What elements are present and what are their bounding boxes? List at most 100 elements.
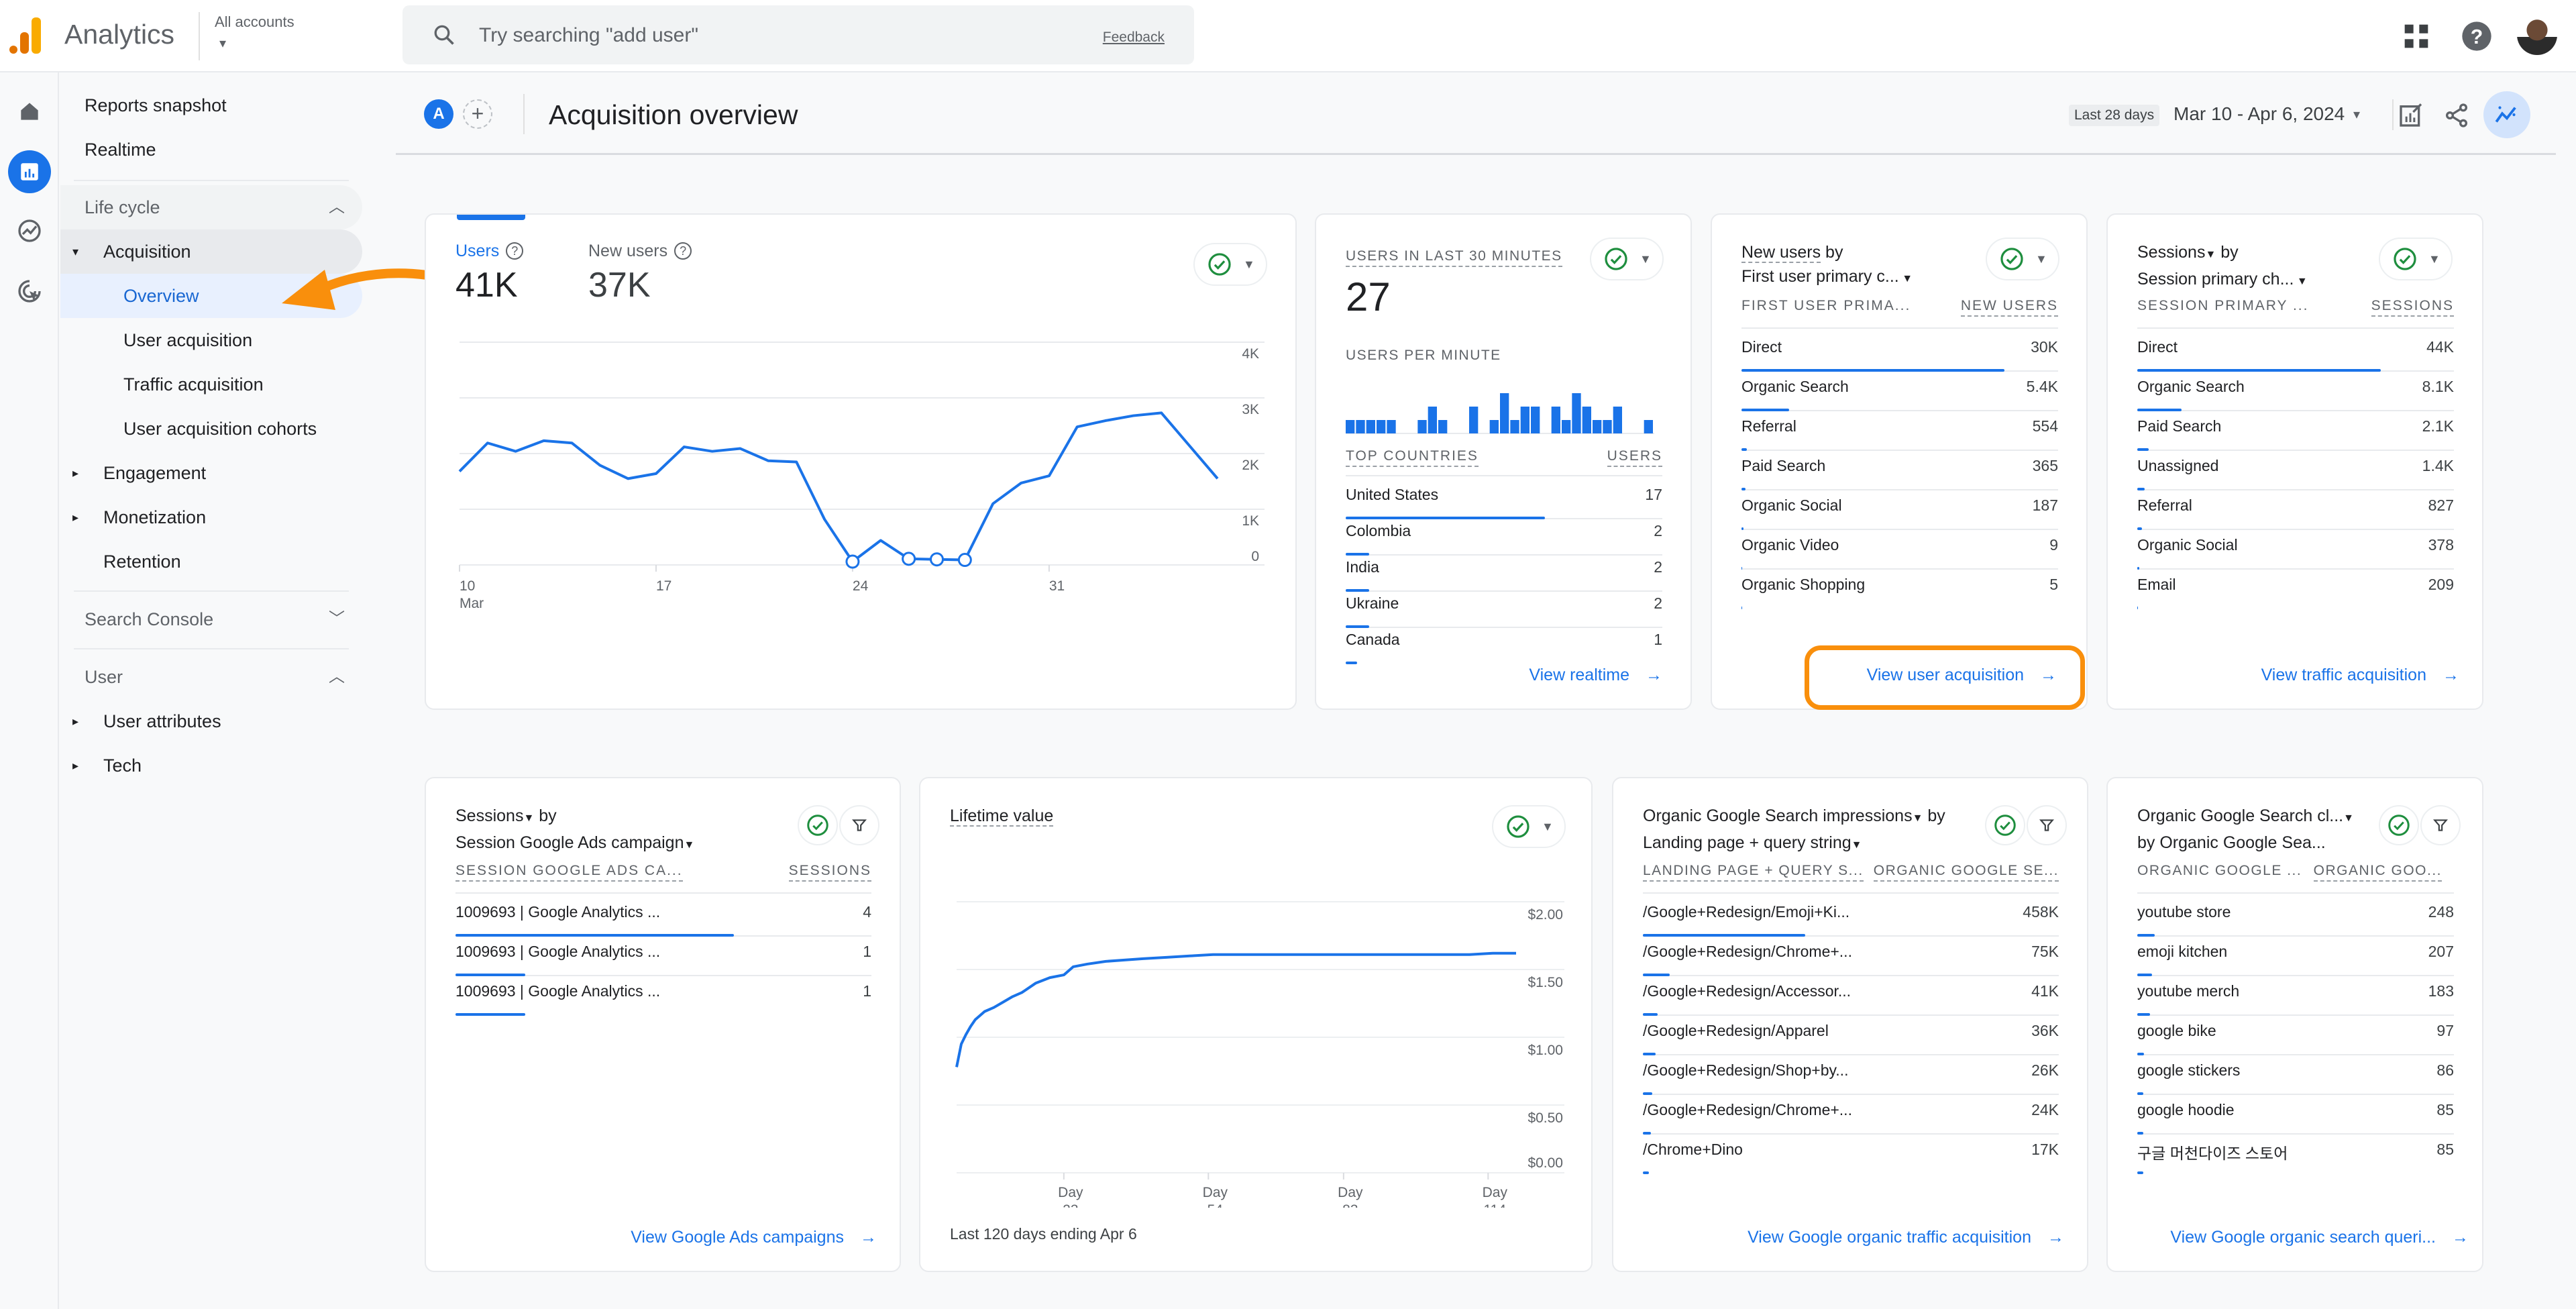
table-row[interactable]: Ukraine 2: [1346, 589, 1662, 628]
table-row[interactable]: 1009693 | Google Analytics ... 1: [455, 937, 871, 976]
sidebar-item-realtime[interactable]: Realtime: [60, 127, 362, 172]
table-row[interactable]: 1009693 | Google Analytics ... 4: [455, 898, 871, 937]
table-row[interactable]: Direct 30K: [1741, 333, 2058, 372]
view-realtime-link[interactable]: View realtime →: [1529, 666, 1662, 685]
compare-status-button[interactable]: ▼: [1193, 243, 1267, 286]
view-google-organic-traffic-link[interactable]: View Google organic traffic acquisition →: [1748, 1228, 2064, 1247]
comparison-avatar[interactable]: A: [424, 99, 453, 129]
help-icon[interactable]: ?: [2459, 19, 2494, 54]
table-row[interactable]: Paid Search 2.1K: [2137, 412, 2454, 451]
table-row[interactable]: Organic Social 378: [2137, 531, 2454, 570]
table-row[interactable]: Colombia 2: [1346, 517, 1662, 556]
search-bar[interactable]: Try searching "add user" Feedback: [402, 5, 1194, 64]
sidebar-section-user[interactable]: User ︿: [60, 655, 362, 699]
account-selector[interactable]: All accounts: [215, 13, 294, 31]
analytics-logo-icon[interactable]: [9, 17, 42, 54]
dimension-selector[interactable]: by Organic Google Sea...: [2137, 833, 2326, 852]
rail-explore[interactable]: [8, 209, 51, 252]
sidebar-item-user-acquisition[interactable]: User acquisition: [60, 318, 362, 362]
table-row[interactable]: google hoodie 85: [2137, 1096, 2454, 1135]
metric-selector[interactable]: Organic Google Search cl...▼: [2137, 806, 2354, 825]
metric-tab-users[interactable]: Users? 41K: [455, 242, 524, 305]
table-row[interactable]: /Google+Redesign/Shop+by... 26K: [1643, 1056, 2059, 1095]
share-button[interactable]: [2439, 98, 2474, 133]
dimension-selector[interactable]: Session Google Ads campaign▼: [455, 833, 694, 852]
sidebar-item-retention[interactable]: Retention: [60, 539, 362, 584]
sidebar-item-engagement[interactable]: ▸ Engagement: [60, 451, 362, 495]
compare-status-button[interactable]: ▼: [1590, 238, 1664, 280]
table-row[interactable]: /Google+Redesign/Chrome+... 24K: [1643, 1096, 2059, 1135]
sidebar-item-tech[interactable]: ▸ Tech: [60, 743, 362, 788]
date-range-caret-icon[interactable]: ▾: [2353, 106, 2360, 123]
sidebar-section-search-console[interactable]: Search Console ﹀: [60, 597, 362, 641]
table-row[interactable]: Unassigned 1.4K: [2137, 452, 2454, 490]
table-row[interactable]: Referral 554: [1741, 412, 2058, 451]
table-row[interactable]: Organic Search 8.1K: [2137, 372, 2454, 411]
table-row[interactable]: Email 209: [2137, 570, 2454, 609]
account-caret-icon[interactable]: ▾: [219, 35, 226, 52]
dimension-selector[interactable]: First user primary c... ▼: [1741, 267, 1913, 286]
compare-status-button[interactable]: [1985, 805, 2025, 845]
user-avatar[interactable]: [2517, 15, 2557, 55]
sidebar-item-reports-snapshot[interactable]: Reports snapshot: [60, 83, 362, 127]
metric-selector[interactable]: Sessions▼: [2137, 243, 2216, 262]
table-row[interactable]: Referral 827: [2137, 491, 2454, 530]
view-google-organic-search-queries-link[interactable]: View Google organic search queri... →: [2170, 1228, 2469, 1247]
table-row[interactable]: Organic Video 9: [1741, 531, 2058, 570]
sidebar-section-lifecycle[interactable]: Life cycle ︿: [60, 185, 362, 229]
table-row[interactable]: Organic Search 5.4K: [1741, 372, 2058, 411]
sidebar-item-user-attributes[interactable]: ▸ User attributes: [60, 699, 362, 743]
feedback-link[interactable]: Feedback: [1103, 30, 1165, 46]
compare-status-button[interactable]: ▼: [1986, 238, 2059, 280]
compare-status-button[interactable]: ▼: [1492, 805, 1566, 848]
table-row[interactable]: youtube merch 183: [2137, 977, 2454, 1016]
table-row[interactable]: India 2: [1346, 553, 1662, 592]
table-row[interactable]: /Chrome+Dino 17K: [1643, 1135, 2059, 1174]
table-row[interactable]: /Google+Redesign/Emoji+Ki... 458K: [1643, 898, 2059, 937]
table-row[interactable]: youtube store 248: [2137, 898, 2454, 937]
customize-report-button[interactable]: [2394, 98, 2428, 133]
table-row[interactable]: emoji kitchen 207: [2137, 937, 2454, 976]
apps-grid-icon[interactable]: [2399, 19, 2434, 54]
date-range-chip[interactable]: Last 28 days: [2069, 105, 2160, 126]
sidebar-item-user-acquisition-cohorts[interactable]: User acquisition cohorts: [60, 407, 362, 451]
filter-button[interactable]: [2420, 805, 2461, 845]
date-range-picker[interactable]: Mar 10 - Apr 6, 2024: [2174, 103, 2345, 125]
table-row[interactable]: google bike 97: [2137, 1016, 2454, 1055]
view-traffic-acquisition-link[interactable]: View traffic acquisition →: [2261, 666, 2459, 685]
table-row[interactable]: /Google+Redesign/Accessor... 41K: [1643, 977, 2059, 1016]
table-row[interactable]: 구글 머천다이즈 스토어 85: [2137, 1135, 2454, 1174]
table-row[interactable]: Direct 44K: [2137, 333, 2454, 372]
filter-button[interactable]: [2027, 805, 2067, 845]
table-row[interactable]: Organic Social 187: [1741, 491, 2058, 530]
sidebar-item-monetization[interactable]: ▸ Monetization: [60, 495, 362, 539]
rail-reports[interactable]: [8, 150, 51, 193]
search-input[interactable]: Try searching "add user": [479, 24, 698, 47]
table-row[interactable]: Canada 1: [1346, 625, 1662, 664]
dimension-selector[interactable]: Session primary ch... ▼: [2137, 270, 2308, 289]
compare-status-button[interactable]: ▼: [2379, 238, 2453, 280]
metric-selector[interactable]: Organic Google Search impressions▼: [1643, 806, 1923, 825]
filter-button[interactable]: [839, 805, 879, 845]
compare-status-button[interactable]: [798, 805, 838, 845]
table-row[interactable]: Organic Shopping 5: [1741, 570, 2058, 609]
add-comparison-button[interactable]: +: [463, 99, 492, 129]
table-row[interactable]: United States 17: [1346, 480, 1662, 519]
rail-home[interactable]: [8, 90, 51, 133]
sidebar-item-traffic-acquisition[interactable]: Traffic acquisition: [60, 362, 362, 407]
view-google-ads-campaigns-link[interactable]: View Google Ads campaigns →: [631, 1228, 877, 1247]
compare-status-button[interactable]: [2379, 805, 2419, 845]
help-icon[interactable]: ?: [674, 242, 692, 260]
metric-tab-new-users[interactable]: New users? 37K: [588, 242, 692, 305]
table-row[interactable]: 1009693 | Google Analytics ... 1: [455, 977, 871, 1016]
table-row[interactable]: /Google+Redesign/Apparel 36K: [1643, 1016, 2059, 1055]
table-row[interactable]: /Google+Redesign/Chrome+... 75K: [1643, 937, 2059, 976]
table-row[interactable]: Paid Search 365: [1741, 452, 2058, 490]
metric-selector[interactable]: Sessions▼: [455, 806, 534, 825]
dimension-selector[interactable]: Landing page + query string▼: [1643, 833, 1862, 852]
help-icon[interactable]: ?: [506, 242, 524, 260]
insights-button[interactable]: [2483, 91, 2530, 138]
metric-selector[interactable]: New users: [1741, 243, 1821, 263]
table-row[interactable]: google stickers 86: [2137, 1056, 2454, 1095]
rail-advertising[interactable]: [8, 270, 51, 313]
